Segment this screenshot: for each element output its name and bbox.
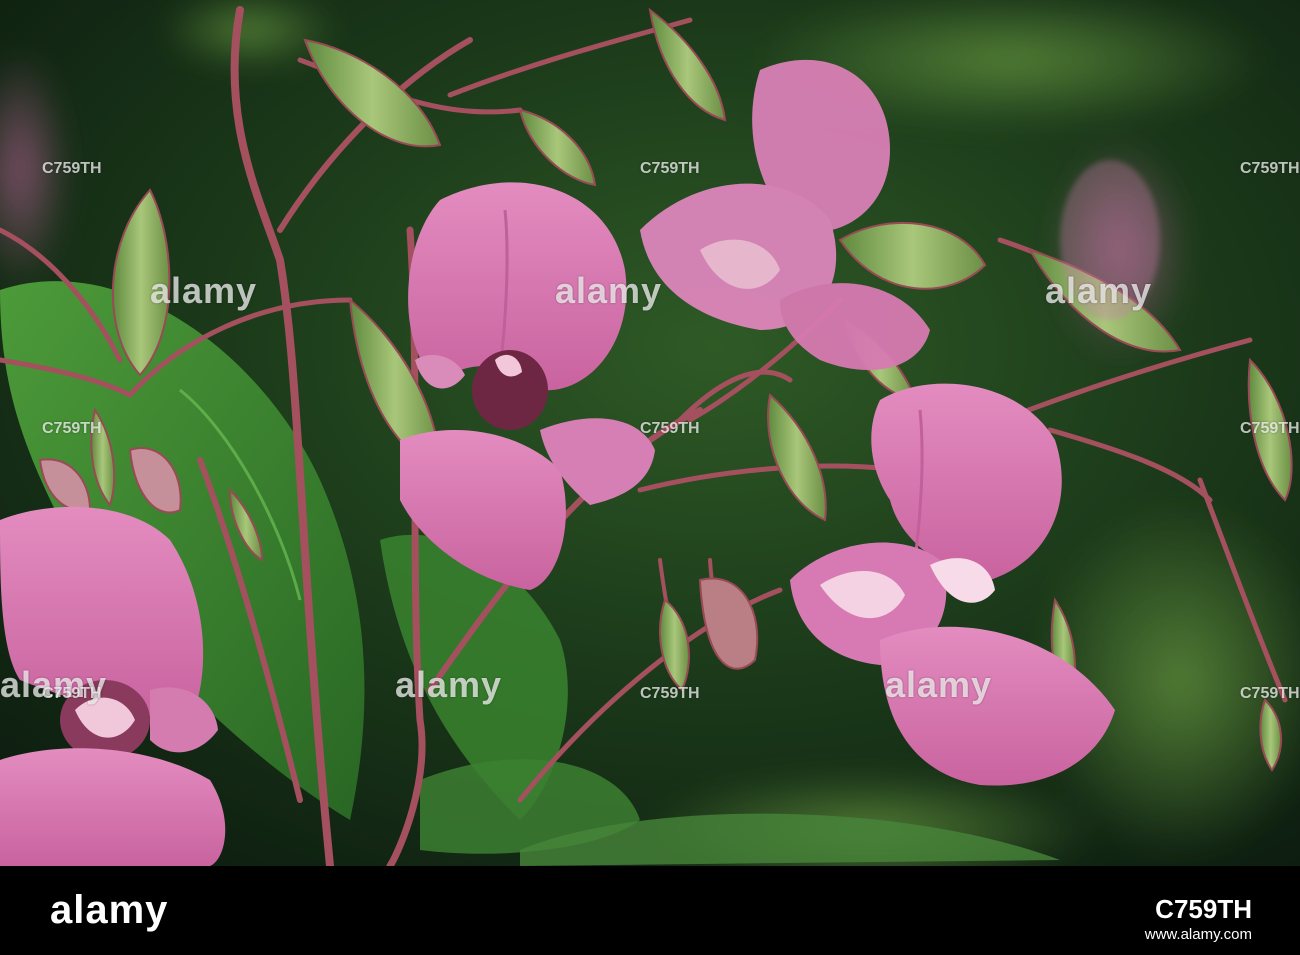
photo: alamy alamy alamy alamy alamy alamy C759… — [0, 0, 1300, 866]
footer-bar: alamy C759TH www.alamy.com — [0, 866, 1300, 955]
footer-url: www.alamy.com — [1144, 926, 1252, 943]
footer-image-id: C759TH — [1155, 894, 1252, 924]
footer-logo: alamy — [50, 888, 169, 932]
